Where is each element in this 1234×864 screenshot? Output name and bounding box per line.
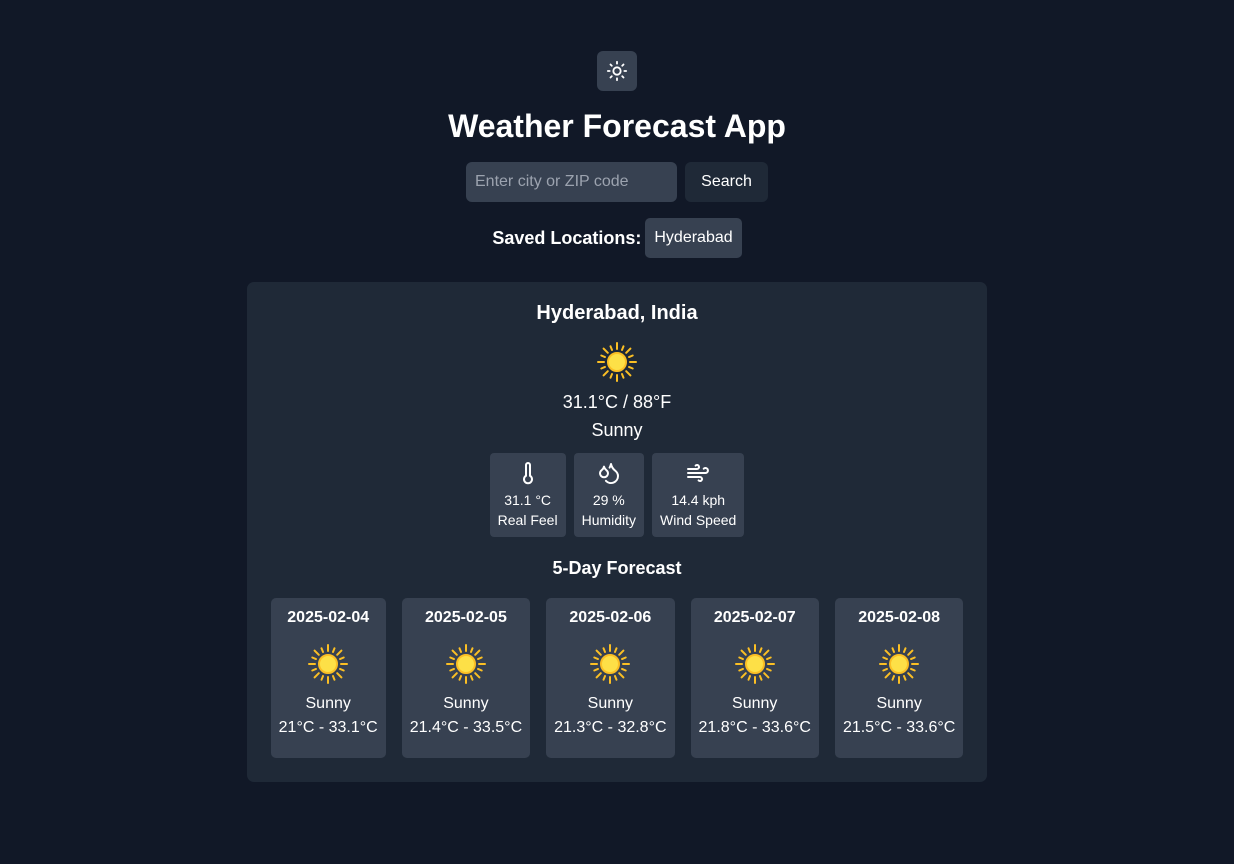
stat-value: 29 % [592, 492, 625, 508]
forecast-condition: Sunny [587, 695, 634, 712]
forecast-date: 2025-02-04 [287, 609, 370, 626]
weather-app: Weather Forecast App Search Saved Locati… [0, 0, 1234, 864]
forecast-day-card: 2025-02-06 Sunny 21.3°C - 32.8°C [546, 598, 675, 758]
page-title: Weather Forecast App [448, 108, 786, 144]
forecast-condition: Sunny [876, 695, 922, 712]
forecast-date: 2025-02-05 [425, 609, 507, 626]
current-condition: Sunny [591, 420, 643, 440]
stat-real-feel: 31.1 °C Real Feel [489, 453, 566, 537]
theme-toggle-button[interactable] [597, 51, 637, 91]
forecast-date: 2025-02-07 [713, 609, 796, 626]
forecast-day-card: 2025-02-04 Sunny 21°C - 33.1°C [270, 598, 386, 758]
stat-value: 31.1 °C [504, 492, 552, 508]
sun-icon [308, 644, 349, 684]
forecast-range: 21.4°C - 33.5°C [409, 719, 523, 736]
forecast-range: 21°C - 33.1°C [278, 719, 378, 736]
sun-icon [445, 644, 486, 684]
forecast-day-card: 2025-02-08 Sunny 21.5°C - 33.6°C [834, 598, 964, 758]
stat-label: Humidity [581, 512, 637, 528]
search-bar: Search [466, 162, 768, 202]
saved-locations: Saved Locations: Hyderabad [492, 218, 742, 258]
current-temperature: 31.1°C / 88°F [562, 392, 672, 412]
droplets-icon [598, 463, 619, 484]
forecast-range: 21.8°C - 33.6°C [698, 719, 811, 736]
sun-icon [590, 644, 631, 684]
saved-location-chip[interactable]: Hyderabad [645, 218, 742, 258]
wind-icon [687, 464, 710, 482]
forecast-title: 5-Day Forecast [552, 558, 682, 578]
thermometer-icon [522, 462, 533, 485]
forecast-day-card: 2025-02-05 Sunny 21.4°C - 33.5°C [401, 598, 531, 758]
forecast-day-card: 2025-02-07 Sunny 21.8°C - 33.6°C [690, 598, 819, 758]
saved-locations-label: Saved Locations: [492, 227, 642, 248]
forecast-date: 2025-02-08 [858, 609, 941, 626]
stat-label: Real Feel [497, 512, 558, 528]
search-button[interactable]: Search [685, 162, 768, 202]
forecast-condition: Sunny [305, 695, 351, 712]
sun-icon [597, 342, 637, 382]
location-title: Hyderabad, India [536, 302, 698, 324]
stat-humidity: 29 % Humidity [573, 453, 645, 537]
forecast-list: 2025-02-04 Sunny 21°C - 33.1°C 2025-02-0… [270, 598, 964, 758]
stat-value: 14.4 kph [671, 492, 726, 508]
forecast-condition: Sunny [443, 695, 489, 712]
sun-icon [879, 644, 920, 684]
forecast-date: 2025-02-06 [569, 609, 652, 626]
stat-wind-speed: 14.4 kph Wind Speed [652, 453, 745, 537]
forecast-range: 21.3°C - 32.8°C [554, 719, 667, 736]
forecast-condition: Sunny [732, 695, 778, 712]
forecast-range: 21.5°C - 33.6°C [842, 719, 956, 736]
search-input[interactable] [466, 162, 677, 202]
sun-outline-icon [606, 60, 628, 82]
weather-stats: 31.1 °C Real Feel 29 % Humidity 14.4 kph [489, 453, 745, 537]
current-weather-card: Hyderabad, India 31.1°C / 88°F Sunny 31.… [247, 282, 987, 782]
stat-label: Wind Speed [660, 512, 737, 528]
sun-icon [734, 644, 775, 684]
